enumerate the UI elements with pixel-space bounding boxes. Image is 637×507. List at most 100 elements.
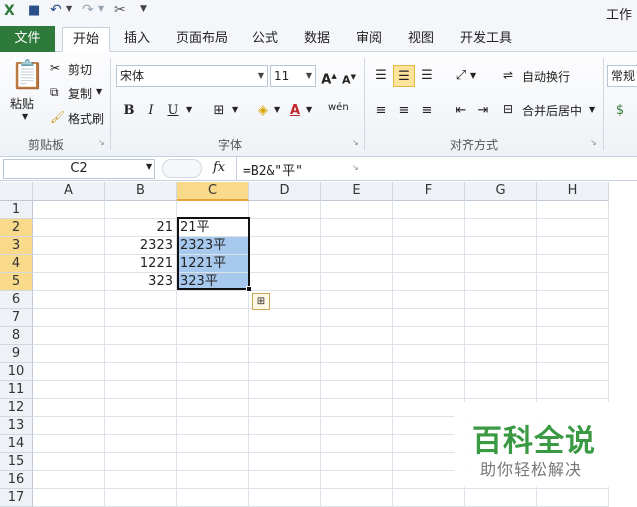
- row-header-13[interactable]: 13: [0, 417, 33, 435]
- cell-d13[interactable]: [249, 417, 321, 435]
- cell-b15[interactable]: [105, 453, 177, 471]
- cell-h7[interactable]: [537, 309, 609, 327]
- cut-icon[interactable]: ✂: [50, 61, 60, 75]
- row-header-6[interactable]: 6: [0, 291, 33, 309]
- cell-e16[interactable]: [321, 471, 393, 489]
- cell-d1[interactable]: [249, 201, 321, 219]
- cell-h9[interactable]: [537, 345, 609, 363]
- italic-button[interactable]: I: [140, 100, 162, 122]
- cell-b1[interactable]: [105, 201, 177, 219]
- cell-a16[interactable]: [33, 471, 105, 489]
- orientation-icon[interactable]: ⤢: [450, 65, 472, 87]
- phonetic-button[interactable]: wén: [328, 102, 349, 113]
- cell-g10[interactable]: [465, 363, 537, 381]
- cell-c17[interactable]: [177, 489, 249, 507]
- cell-c7[interactable]: [177, 309, 249, 327]
- tab-developer[interactable]: 开发工具: [450, 27, 522, 52]
- cell-f7[interactable]: [393, 309, 465, 327]
- cell-a5[interactable]: [33, 273, 105, 291]
- expand-formula-icon[interactable]: ↘: [352, 163, 359, 172]
- shrink-font-icon[interactable]: A▼: [338, 66, 360, 88]
- cell-h6[interactable]: [537, 291, 609, 309]
- cell-e12[interactable]: [321, 399, 393, 417]
- paste-dropdown-icon[interactable]: ▼: [22, 112, 28, 121]
- row-header-11[interactable]: 11: [0, 381, 33, 399]
- cell-f11[interactable]: [393, 381, 465, 399]
- cell-f17[interactable]: [393, 489, 465, 507]
- cut-button[interactable]: 剪切: [68, 61, 92, 78]
- align-center-icon[interactable]: ≡: [393, 100, 415, 122]
- merge-center-dropdown-icon[interactable]: ▼: [589, 105, 595, 114]
- format-painter-icon[interactable]: 🖌: [50, 110, 65, 124]
- cell-e6[interactable]: [321, 291, 393, 309]
- cell-f1[interactable]: [393, 201, 465, 219]
- cell-c16[interactable]: [177, 471, 249, 489]
- row-header-15[interactable]: 15: [0, 453, 33, 471]
- row-header-17[interactable]: 17: [0, 489, 33, 507]
- cell-b16[interactable]: [105, 471, 177, 489]
- cell-d14[interactable]: [249, 435, 321, 453]
- cell-g8[interactable]: [465, 327, 537, 345]
- cell-b14[interactable]: [105, 435, 177, 453]
- underline-button[interactable]: U: [162, 100, 184, 122]
- cell-b6[interactable]: [105, 291, 177, 309]
- cell-d11[interactable]: [249, 381, 321, 399]
- cell-e7[interactable]: [321, 309, 393, 327]
- cell-f8[interactable]: [393, 327, 465, 345]
- column-header-f[interactable]: F: [393, 182, 465, 201]
- cell-f3[interactable]: [393, 237, 465, 255]
- fill-handle[interactable]: [246, 286, 252, 292]
- tab-page-layout[interactable]: 页面布局: [166, 27, 238, 52]
- cell-h10[interactable]: [537, 363, 609, 381]
- cell-a15[interactable]: [33, 453, 105, 471]
- cell-c15[interactable]: [177, 453, 249, 471]
- cell-d4[interactable]: [249, 255, 321, 273]
- font-color-icon[interactable]: A: [284, 100, 306, 122]
- cell-a14[interactable]: [33, 435, 105, 453]
- copy-dropdown-icon[interactable]: ▼: [96, 87, 102, 96]
- align-middle-icon[interactable]: ☰: [393, 65, 415, 87]
- cell-d7[interactable]: [249, 309, 321, 327]
- undo-icon[interactable]: ↶: [50, 2, 62, 18]
- cell-a7[interactable]: [33, 309, 105, 327]
- cell-h5[interactable]: [537, 273, 609, 291]
- cell-c9[interactable]: [177, 345, 249, 363]
- cell-a6[interactable]: [33, 291, 105, 309]
- cell-a8[interactable]: [33, 327, 105, 345]
- merge-center-icon[interactable]: ⊟: [503, 102, 513, 116]
- cell-b4[interactable]: 1221: [105, 255, 177, 273]
- row-header-2[interactable]: 2: [0, 219, 33, 237]
- row-header-16[interactable]: 16: [0, 471, 33, 489]
- merge-center-button[interactable]: 合并后居中: [522, 102, 582, 119]
- cell-c13[interactable]: [177, 417, 249, 435]
- cell-g1[interactable]: [465, 201, 537, 219]
- cell-b9[interactable]: [105, 345, 177, 363]
- cell-e5[interactable]: [321, 273, 393, 291]
- cell-e10[interactable]: [321, 363, 393, 381]
- column-header-g[interactable]: G: [465, 182, 537, 201]
- font-name-select[interactable]: 宋体 ▼: [116, 65, 268, 87]
- cell-d15[interactable]: [249, 453, 321, 471]
- cell-f10[interactable]: [393, 363, 465, 381]
- cell-b13[interactable]: [105, 417, 177, 435]
- cell-b12[interactable]: [105, 399, 177, 417]
- cell-d8[interactable]: [249, 327, 321, 345]
- cell-f6[interactable]: [393, 291, 465, 309]
- redo-icon[interactable]: ↷: [82, 2, 94, 18]
- borders-dropdown-icon[interactable]: ▼: [232, 105, 238, 114]
- copy-icon[interactable]: ⧉: [50, 85, 59, 100]
- fill-color-dropdown-icon[interactable]: ▼: [274, 105, 280, 114]
- font-launcher-icon[interactable]: ↘: [352, 138, 359, 147]
- row-header-4[interactable]: 4: [0, 255, 33, 273]
- align-bottom-icon[interactable]: ☰: [416, 65, 438, 87]
- cell-g17[interactable]: [465, 489, 537, 507]
- row-header-5[interactable]: 5: [0, 273, 33, 291]
- tools-icon[interactable]: ✂: [114, 2, 126, 18]
- cell-e13[interactable]: [321, 417, 393, 435]
- underline-dropdown-icon[interactable]: ▼: [186, 105, 192, 114]
- cell-b10[interactable]: [105, 363, 177, 381]
- cell-e14[interactable]: [321, 435, 393, 453]
- row-header-3[interactable]: 3: [0, 237, 33, 255]
- cell-g3[interactable]: [465, 237, 537, 255]
- font-name-dropdown-icon[interactable]: ▼: [258, 66, 264, 86]
